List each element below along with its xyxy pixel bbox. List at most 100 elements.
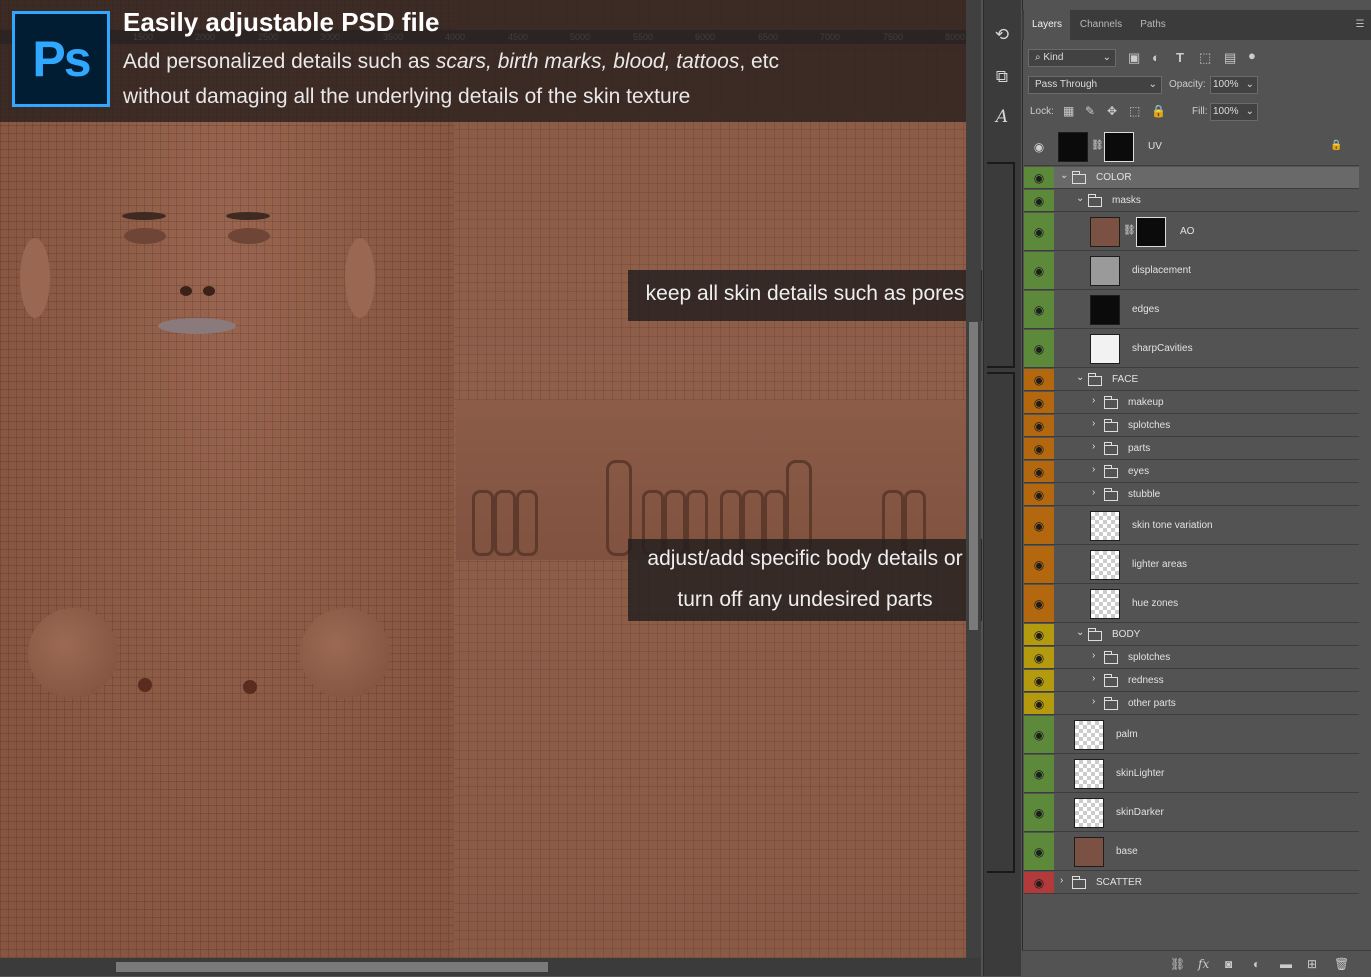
layer-row[interactable]: ◉ ⌄ masks: [1024, 190, 1359, 212]
collapse-arrow-icon[interactable]: ⌄: [1076, 627, 1084, 638]
layer-row[interactable]: ◉ › stubble: [1024, 484, 1359, 506]
visibility-toggle[interactable]: ◉: [1024, 546, 1054, 583]
expand-arrow-icon[interactable]: ›: [1092, 395, 1095, 406]
visibility-toggle[interactable]: ◉: [1024, 252, 1054, 289]
layer-row[interactable]: ◉ displacement: [1024, 252, 1359, 290]
tab-layers[interactable]: Layers: [1024, 10, 1070, 40]
expand-arrow-icon[interactable]: ›: [1092, 441, 1095, 452]
history-icon[interactable]: ⟲: [991, 24, 1013, 46]
layer-row[interactable]: ◉ › eyes: [1024, 461, 1359, 483]
expand-arrow-icon[interactable]: ›: [1092, 673, 1095, 684]
layer-row[interactable]: ◉ › parts: [1024, 438, 1359, 460]
layer-row[interactable]: ◉ skinDarker: [1024, 794, 1359, 832]
filter-kind-select[interactable]: ⌕ Kind ⌄: [1028, 49, 1116, 67]
layer-row[interactable]: ◉ ⌄ COLOR: [1024, 167, 1359, 189]
layer-mask-thumbnail[interactable]: [1136, 217, 1166, 247]
layer-row[interactable]: ◉ › makeup: [1024, 392, 1359, 414]
layer-row[interactable]: ◉ lighter areas: [1024, 546, 1359, 584]
visibility-toggle[interactable]: ◉: [1024, 291, 1054, 328]
visibility-toggle[interactable]: ◉: [1024, 484, 1054, 505]
visibility-toggle[interactable]: ◉: [1024, 392, 1054, 413]
visibility-toggle[interactable]: ◉: [1024, 330, 1054, 367]
visibility-toggle[interactable]: ◉: [1024, 872, 1054, 893]
visibility-toggle[interactable]: ◉: [1024, 369, 1054, 390]
expand-arrow-icon[interactable]: ›: [1092, 650, 1095, 661]
filter-pixel-icon[interactable]: ▣: [1128, 50, 1140, 66]
mask-link-icon[interactable]: ⛓: [1123, 225, 1136, 236]
new-layer-icon[interactable]: ⊞: [1307, 957, 1317, 971]
visibility-toggle[interactable]: ◉: [1024, 167, 1054, 188]
layer-row[interactable]: ◉ ⛓ UV 🔒: [1024, 128, 1359, 166]
layer-row[interactable]: ◉ ⛓ AO: [1024, 213, 1359, 251]
filter-adjustment-icon[interactable]: ◐: [1152, 50, 1160, 65]
collapse-arrow-icon[interactable]: ⌄: [1076, 372, 1084, 383]
visibility-toggle[interactable]: ◉: [1024, 693, 1054, 714]
visibility-toggle[interactable]: ◉: [1024, 461, 1054, 482]
layer-row[interactable]: ◉ skin tone variation: [1024, 507, 1359, 545]
layer-row[interactable]: ◉ › splotches: [1024, 415, 1359, 437]
lock-transparent-icon[interactable]: ▦: [1063, 104, 1074, 118]
new-adjustment-icon[interactable]: ◐: [1253, 957, 1260, 971]
tab-paths[interactable]: Paths: [1132, 10, 1174, 40]
visibility-toggle[interactable]: ◉: [1024, 213, 1054, 250]
visibility-toggle[interactable]: ◉: [1024, 794, 1054, 831]
layer-row[interactable]: ◉ ⌄ BODY: [1024, 624, 1359, 646]
visibility-toggle[interactable]: ◉: [1024, 190, 1054, 211]
link-layers-icon[interactable]: ⛓: [1170, 957, 1185, 971]
expand-arrow-icon[interactable]: ›: [1092, 487, 1095, 498]
mask-link-icon[interactable]: ⛓: [1091, 140, 1104, 151]
lock-artboard-icon[interactable]: ⬚: [1129, 104, 1140, 118]
visibility-toggle[interactable]: ◉: [1024, 415, 1054, 436]
tab-channels[interactable]: Channels: [1072, 10, 1130, 40]
filter-smartobject-icon[interactable]: ▤: [1224, 50, 1236, 66]
layer-row[interactable]: ◉ › other parts: [1024, 693, 1359, 715]
expand-arrow-icon[interactable]: ›: [1092, 418, 1095, 429]
filter-shape-icon[interactable]: ⬚: [1199, 50, 1211, 66]
filter-toggle-icon[interactable]: ●: [1248, 48, 1256, 63]
filter-type-icon[interactable]: T: [1176, 50, 1184, 65]
delete-layer-icon[interactable]: 🗑: [1334, 957, 1349, 971]
layer-row[interactable]: ◉ base: [1024, 833, 1359, 871]
banner-line-1: Add personalized details such as scars, …: [123, 50, 780, 73]
layer-row[interactable]: ◉ palm: [1024, 716, 1359, 754]
panel-menu-icon[interactable]: ☰: [1352, 10, 1368, 40]
fx-icon[interactable]: fx: [1198, 957, 1209, 971]
layer-row[interactable]: ◉ sharpCavities: [1024, 330, 1359, 368]
fill-input[interactable]: 100% ⌄: [1210, 103, 1258, 121]
layer-row[interactable]: ◉ ⌄ FACE: [1024, 369, 1359, 391]
collapse-arrow-icon[interactable]: ⌄: [1076, 193, 1084, 204]
layer-row[interactable]: ◉ › splotches: [1024, 647, 1359, 669]
expand-arrow-icon[interactable]: ›: [1092, 464, 1095, 475]
visibility-toggle[interactable]: ◉: [1024, 585, 1054, 622]
new-group-icon[interactable]: ▬: [1280, 957, 1292, 971]
layer-row[interactable]: ◉ edges: [1024, 291, 1359, 329]
properties-icon[interactable]: ⧉: [991, 66, 1013, 88]
expand-arrow-icon[interactable]: ›: [1092, 696, 1095, 707]
layer-row[interactable]: ◉ hue zones: [1024, 585, 1359, 623]
layer-row[interactable]: ◉ skinLighter: [1024, 755, 1359, 793]
visibility-toggle[interactable]: ◉: [1024, 128, 1054, 165]
horizontal-scroll-thumb[interactable]: [116, 962, 548, 972]
layer-mask-thumbnail[interactable]: [1104, 132, 1134, 162]
blend-mode-select[interactable]: Pass Through ⌄: [1028, 76, 1162, 94]
layer-row[interactable]: ◉ › SCATTER: [1024, 872, 1359, 894]
visibility-toggle[interactable]: ◉: [1024, 438, 1054, 459]
character-icon[interactable]: A: [991, 106, 1013, 128]
visibility-toggle[interactable]: ◉: [1024, 647, 1054, 668]
opacity-input[interactable]: 100% ⌄: [1210, 76, 1258, 94]
vertical-scroll-thumb[interactable]: [969, 322, 978, 630]
visibility-toggle[interactable]: ◉: [1024, 755, 1054, 792]
lock-all-icon[interactable]: 🔒: [1151, 104, 1166, 118]
visibility-toggle[interactable]: ◉: [1024, 507, 1054, 544]
document-canvas[interactable]: 1500 2000 2500 3000 3500 4000 4500 5000 …: [0, 0, 966, 958]
visibility-toggle[interactable]: ◉: [1024, 716, 1054, 753]
collapse-arrow-icon[interactable]: ⌄: [1060, 170, 1068, 181]
visibility-toggle[interactable]: ◉: [1024, 670, 1054, 691]
visibility-toggle[interactable]: ◉: [1024, 624, 1054, 645]
lock-pixels-icon[interactable]: ✎: [1085, 104, 1095, 118]
expand-arrow-icon[interactable]: ›: [1060, 875, 1063, 886]
add-mask-icon[interactable]: ◙: [1225, 957, 1232, 971]
layer-row[interactable]: ◉ › redness: [1024, 670, 1359, 692]
visibility-toggle[interactable]: ◉: [1024, 833, 1054, 870]
lock-position-icon[interactable]: ✥: [1107, 104, 1117, 118]
